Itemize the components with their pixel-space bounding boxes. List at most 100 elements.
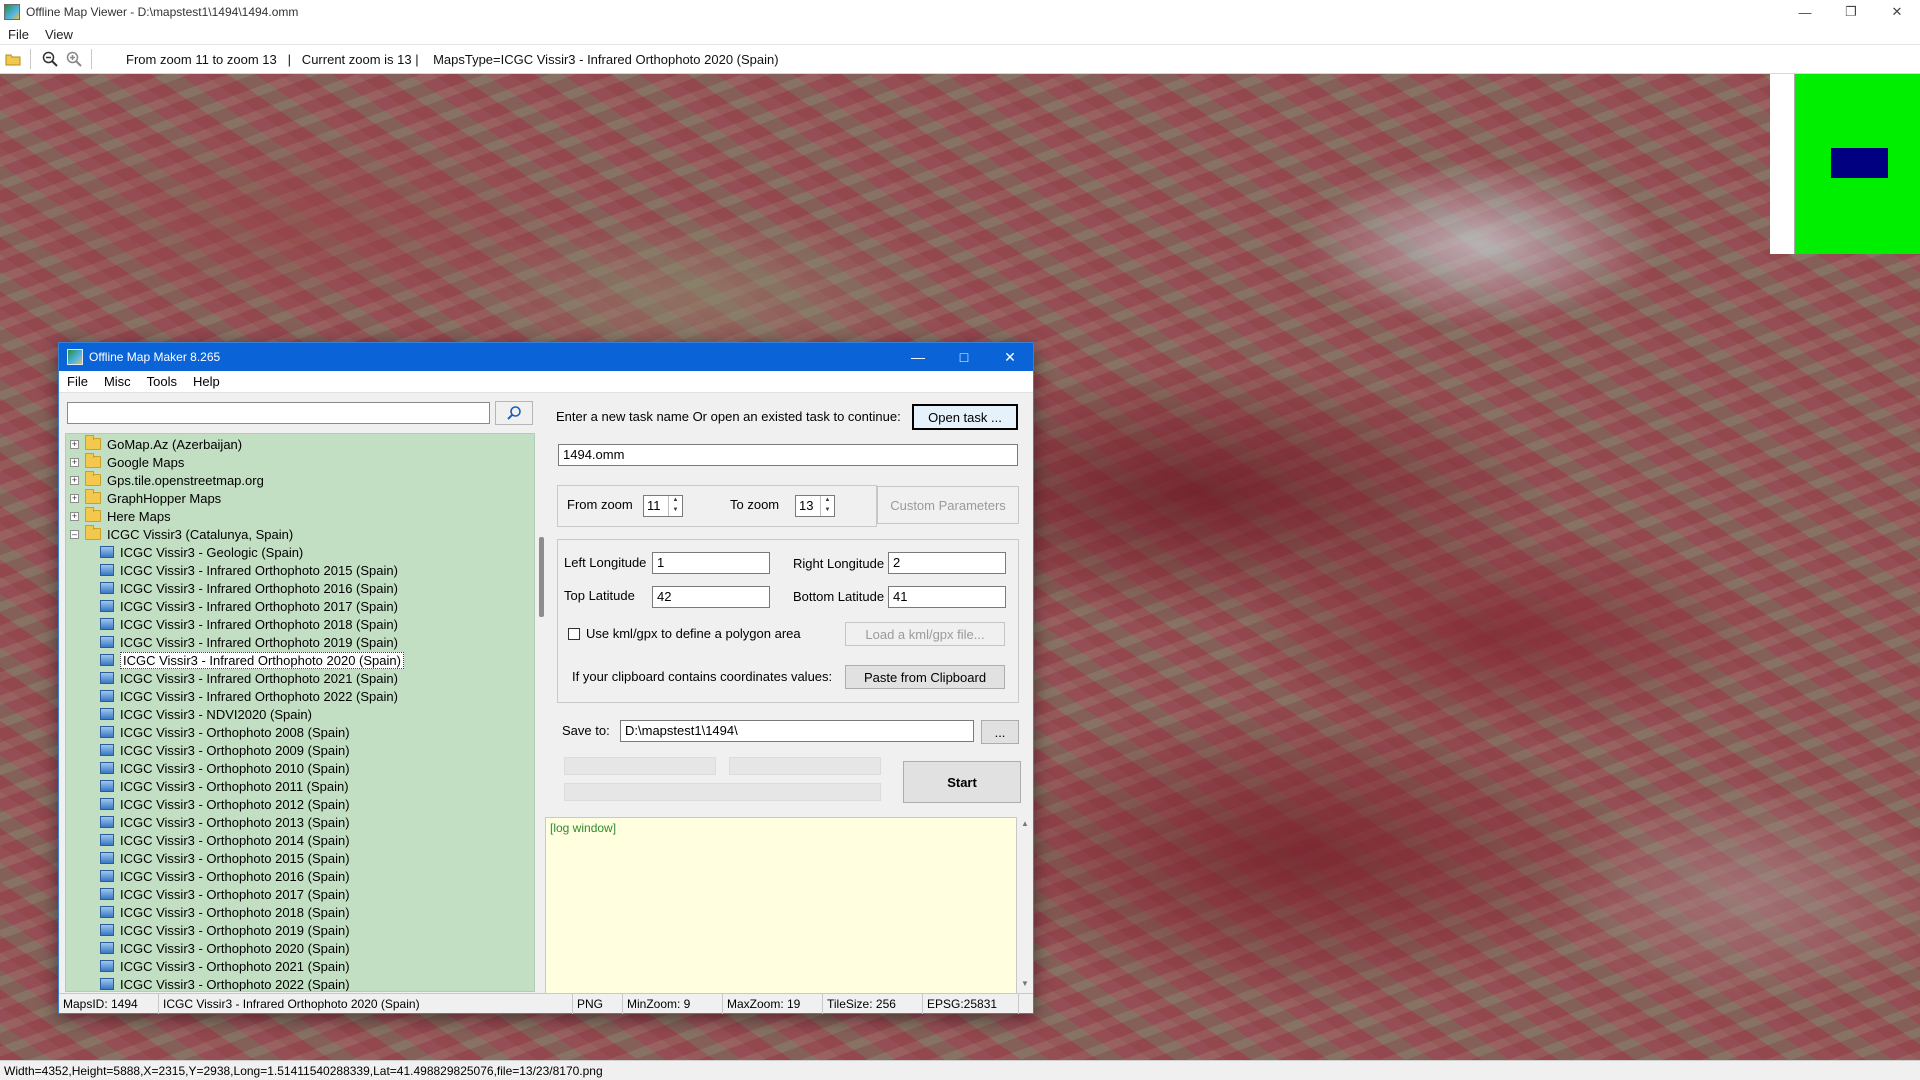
tree-map-item[interactable]: ICGC Vissir3 - Orthophoto 2019 (Spain): [100, 921, 350, 939]
tree-map-item[interactable]: ICGC Vissir3 - Orthophoto 2021 (Spain): [100, 957, 350, 975]
from-zoom-stepper[interactable]: 11 ▲ ▼: [643, 495, 683, 517]
expand-icon[interactable]: +: [70, 493, 79, 503]
maker-window-title: Offline Map Maker 8.265: [89, 350, 221, 364]
folder-icon: [85, 453, 101, 468]
tree-map-item[interactable]: ICGC Vissir3 - Orthophoto 2015 (Spain): [100, 849, 350, 867]
log-window[interactable]: [log window]: [545, 817, 1017, 995]
start-button[interactable]: Start: [903, 761, 1021, 803]
spin-up-icon[interactable]: ▲: [821, 496, 834, 506]
left-longitude-input[interactable]: 1: [652, 552, 770, 574]
menu-file[interactable]: File: [59, 374, 96, 389]
clipboard-label: If your clipboard contains coordinates v…: [572, 669, 833, 684]
map-layer-icon: [100, 978, 114, 990]
paste-from-clipboard-button[interactable]: Paste from Clipboard: [845, 665, 1005, 689]
menu-view[interactable]: View: [37, 27, 81, 42]
log-scrollbar[interactable]: ▲ ▼: [1017, 817, 1033, 995]
custom-parameters-button[interactable]: Custom Parameters: [877, 486, 1019, 524]
tree-map-item[interactable]: ICGC Vissir3 - Orthophoto 2009 (Spain): [100, 741, 350, 759]
tree-map-item[interactable]: ICGC Vissir3 - Orthophoto 2012 (Spain): [100, 795, 350, 813]
tree-folder[interactable]: + GoMap.Az (Azerbaijan): [70, 435, 242, 453]
tree-map-item[interactable]: ICGC Vissir3 - Orthophoto 2016 (Spain): [100, 867, 350, 885]
tree-map-item[interactable]: ICGC Vissir3 - Orthophoto 2010 (Spain): [100, 759, 350, 777]
map-layer-icon: [100, 852, 114, 864]
menu-help[interactable]: Help: [185, 374, 228, 389]
from-zoom-value: 11: [647, 498, 661, 513]
expand-icon[interactable]: +: [70, 475, 79, 485]
minimap-viewport[interactable]: [1831, 148, 1888, 178]
tree-map-item[interactable]: ICGC Vissir3 - Geologic (Spain): [100, 543, 303, 561]
scroll-up-icon[interactable]: ▲: [1017, 819, 1033, 833]
tree-map-item[interactable]: ICGC Vissir3 - Orthophoto 2011 (Spain): [100, 777, 349, 795]
maps-search-input[interactable]: [67, 402, 490, 424]
tree-map-item[interactable]: ICGC Vissir3 - Orthophoto 2020 (Spain): [100, 939, 350, 957]
expand-icon[interactable]: +: [70, 439, 79, 449]
spin-down-icon[interactable]: ▼: [669, 506, 682, 516]
spin-up-icon[interactable]: ▲: [669, 496, 682, 506]
toolbar-separator: [30, 49, 31, 69]
tree-map-item[interactable]: ICGC Vissir3 - Infrared Orthophoto 2022 …: [100, 687, 398, 705]
zoom-out-button[interactable]: [39, 48, 61, 70]
scroll-down-icon[interactable]: ▼: [1017, 979, 1033, 993]
left-longitude-label: Left Longitude: [564, 555, 647, 570]
status-min-zoom: MinZoom: 9: [623, 994, 723, 1014]
menu-tools[interactable]: Tools: [139, 374, 185, 389]
right-longitude-input[interactable]: 2: [888, 552, 1006, 574]
open-folder-button[interactable]: [2, 48, 24, 70]
tree-map-item[interactable]: ICGC Vissir3 - NDVI2020 (Spain): [100, 705, 312, 723]
menu-file[interactable]: File: [0, 27, 37, 42]
tree-map-label: ICGC Vissir3 - Orthophoto 2009 (Spain): [120, 742, 350, 758]
progress-bar-total: [564, 783, 881, 801]
menu-misc[interactable]: Misc: [96, 374, 139, 389]
tree-map-item[interactable]: ICGC Vissir3 - Infrared Orthophoto 2019 …: [100, 633, 398, 651]
map-layer-icon: [100, 690, 114, 702]
minimize-icon[interactable]: —: [895, 343, 941, 371]
folder-icon: [85, 435, 101, 450]
tree-map-item[interactable]: ICGC Vissir3 - Orthophoto 2017 (Spain): [100, 885, 350, 903]
minimap[interactable]: [1770, 74, 1920, 254]
tree-folder[interactable]: – ICGC Vissir3 (Catalunya, Spain): [70, 525, 293, 543]
close-icon[interactable]: ✕: [1874, 0, 1920, 24]
tree-map-item[interactable]: ICGC Vissir3 - Infrared Orthophoto 2018 …: [100, 615, 398, 633]
tree-map-item[interactable]: ICGC Vissir3 - Orthophoto 2008 (Spain): [100, 723, 350, 741]
minimize-icon[interactable]: —: [1782, 0, 1828, 24]
open-task-button[interactable]: Open task ...: [912, 404, 1018, 430]
task-name-input[interactable]: 1494.omm: [558, 444, 1018, 466]
tree-folder[interactable]: + Google Maps: [70, 453, 184, 471]
tree-folder[interactable]: + GraphHopper Maps: [70, 489, 221, 507]
collapse-icon[interactable]: –: [70, 529, 79, 539]
tree-scrollbar-thumb[interactable]: [539, 537, 544, 617]
tree-map-label: ICGC Vissir3 - Infrared Orthophoto 2017 …: [120, 598, 398, 614]
tree-map-label: ICGC Vissir3 - Orthophoto 2019 (Spain): [120, 922, 350, 938]
tree-map-label: ICGC Vissir3 - Infrared Orthophoto 2020 …: [120, 651, 404, 669]
use-kml-checkbox[interactable]: [568, 628, 580, 640]
restore-icon[interactable]: ❐: [1828, 0, 1874, 24]
from-zoom-label: From zoom: [567, 497, 633, 512]
zoom-in-button[interactable]: [63, 48, 85, 70]
save-path-input[interactable]: D:\mapstest1\1494\: [620, 720, 974, 742]
expand-icon[interactable]: +: [70, 457, 79, 467]
tree-map-item[interactable]: ICGC Vissir3 - Infrared Orthophoto 2016 …: [100, 579, 398, 597]
tree-map-item[interactable]: ICGC Vissir3 - Infrared Orthophoto 2020 …: [100, 651, 404, 669]
maximize-icon[interactable]: □: [941, 343, 987, 371]
browse-button[interactable]: ...: [981, 720, 1019, 744]
maps-tree[interactable]: + GoMap.Az (Azerbaijan) + Google Maps + Gps.t…: [65, 433, 535, 992]
tree-map-item[interactable]: ICGC Vissir3 - Infrared Orthophoto 2015 …: [100, 561, 398, 579]
close-icon[interactable]: ✕: [987, 343, 1033, 371]
tree-folder[interactable]: + Gps.tile.openstreetmap.org: [70, 471, 264, 489]
load-kml-button[interactable]: Load a kml/gpx file...: [845, 622, 1005, 646]
tree-map-item[interactable]: ICGC Vissir3 - Orthophoto 2018 (Spain): [100, 903, 350, 921]
tree-map-item[interactable]: ICGC Vissir3 - Orthophoto 2013 (Spain): [100, 813, 350, 831]
search-button[interactable]: [495, 401, 533, 425]
tree-map-item[interactable]: ICGC Vissir3 - Infrared Orthophoto 2017 …: [100, 597, 398, 615]
map-layer-icon: [100, 672, 114, 684]
tree-map-item[interactable]: ICGC Vissir3 - Orthophoto 2022 (Spain): [100, 975, 350, 991]
log-text: [log window]: [550, 821, 617, 835]
to-zoom-stepper[interactable]: 13 ▲ ▼: [795, 495, 835, 517]
tree-folder[interactable]: + Here Maps: [70, 507, 171, 525]
spin-down-icon[interactable]: ▼: [821, 506, 834, 516]
tree-map-item[interactable]: ICGC Vissir3 - Orthophoto 2014 (Spain): [100, 831, 350, 849]
expand-icon[interactable]: +: [70, 511, 79, 521]
bottom-latitude-input[interactable]: 41: [888, 586, 1006, 608]
tree-map-item[interactable]: ICGC Vissir3 - Infrared Orthophoto 2021 …: [100, 669, 398, 687]
top-latitude-input[interactable]: 42: [652, 586, 770, 608]
